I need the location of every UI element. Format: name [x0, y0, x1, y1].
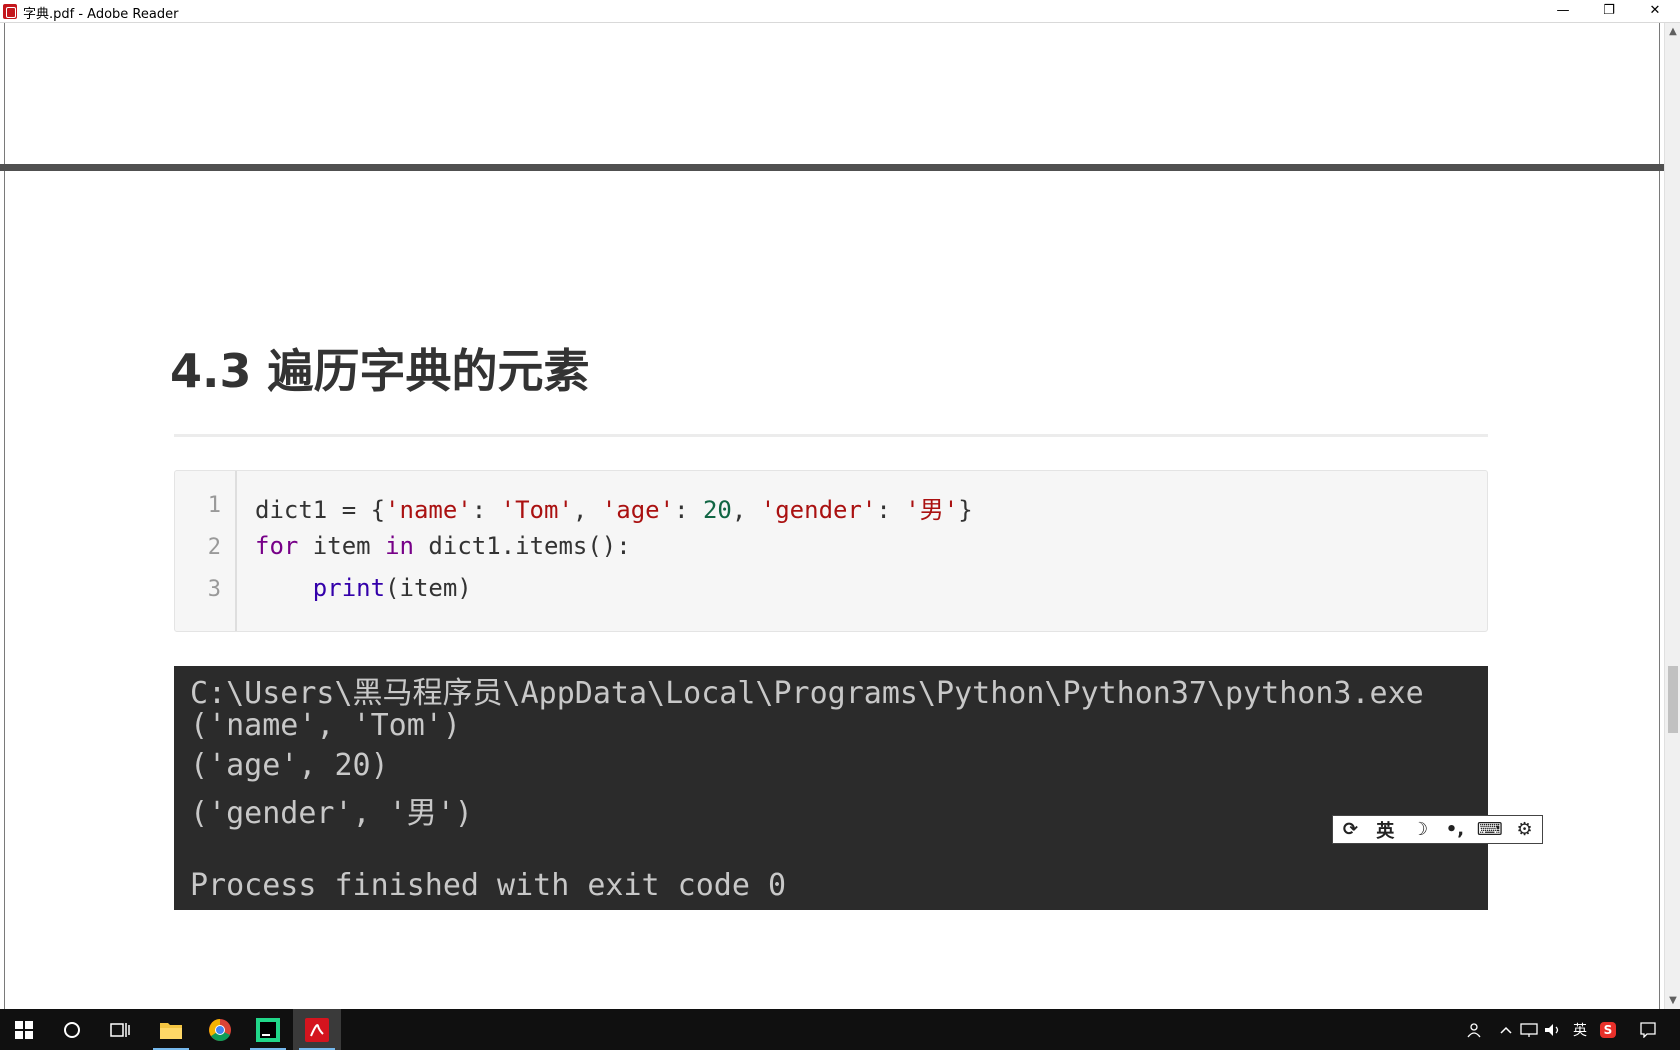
- scroll-down-arrow-icon[interactable]: ▼: [1665, 992, 1680, 1009]
- console-line: C:\Users\黑马程序员\AppData\Local\Programs\Py…: [190, 676, 1424, 711]
- moon-icon[interactable]: ☽: [1403, 819, 1438, 840]
- heading-divider: [174, 434, 1488, 437]
- task-view-icon: [110, 1022, 130, 1037]
- close-button[interactable]: ✕: [1632, 0, 1678, 22]
- pycharm-icon: [256, 1017, 280, 1042]
- vertical-scrollbar[interactable]: ▲ ▼: [1664, 23, 1680, 1009]
- sogou-ime-icon[interactable]: S: [1596, 1009, 1620, 1050]
- line-number: 3: [207, 577, 221, 602]
- section-heading: 4.3 遍历字典的元素: [170, 344, 590, 398]
- notification-center-icon[interactable]: [1636, 1009, 1660, 1050]
- search-button[interactable]: [48, 1009, 96, 1050]
- console-line: ('name', 'Tom'): [190, 708, 461, 743]
- pycharm-button[interactable]: [244, 1009, 292, 1050]
- folder-icon: [160, 1022, 182, 1039]
- console-output: C:\Users\黑马程序员\AppData\Local\Programs\Py…: [174, 666, 1488, 910]
- task-view-button[interactable]: [96, 1009, 144, 1050]
- console-line: ('age', 20): [190, 748, 389, 783]
- file-explorer-button[interactable]: [147, 1009, 195, 1050]
- ime-logo-icon[interactable]: ⟳: [1333, 819, 1368, 840]
- minimize-button[interactable]: —: [1540, 0, 1586, 22]
- adobe-reader-taskbar-button[interactable]: [293, 1009, 341, 1050]
- windows-logo-icon: [15, 1020, 33, 1039]
- punctuation-icon[interactable]: •,: [1437, 819, 1472, 840]
- ime-language-toggle[interactable]: 英: [1368, 817, 1403, 843]
- console-line: ('gender', '男'): [190, 796, 473, 831]
- cortana-circle-icon: [64, 1021, 80, 1038]
- line-number-gutter: 1 2 3: [175, 471, 237, 631]
- code-line: dict1 = {'name': 'Tom', 'age': 20, 'gend…: [255, 496, 973, 524]
- input-language-indicator[interactable]: 英: [1568, 1009, 1592, 1050]
- line-number: 2: [207, 535, 221, 560]
- code-line: print(item): [312, 574, 472, 602]
- chrome-icon: [209, 1018, 231, 1041]
- code-block: 1 2 3 dict1 = {'name': 'Tom', 'age': 20,…: [174, 470, 1488, 632]
- ime-toolbar[interactable]: ⟳ 英 ☽ •, ⌨ ⚙: [1332, 815, 1543, 844]
- volume-icon[interactable]: [1542, 1009, 1564, 1050]
- taskbar: 英 S: [0, 1009, 1680, 1050]
- previous-page: [4, 23, 1660, 164]
- show-hidden-icons-chevron-icon[interactable]: [1496, 1009, 1516, 1050]
- start-button[interactable]: [0, 1009, 48, 1050]
- chrome-button[interactable]: [196, 1009, 244, 1050]
- keyboard-icon[interactable]: ⌨: [1472, 819, 1507, 840]
- adobe-reader-icon: [305, 1017, 329, 1042]
- adobe-reader-icon: [3, 4, 17, 19]
- network-icon[interactable]: [1518, 1009, 1540, 1050]
- title-bar: 字典.pdf - Adobe Reader — ❐ ✕: [0, 0, 1680, 23]
- page-separator: [0, 164, 1664, 171]
- people-icon[interactable]: [1462, 1009, 1486, 1050]
- scroll-up-arrow-icon[interactable]: ▲: [1665, 23, 1680, 40]
- restore-button[interactable]: ❐: [1586, 0, 1632, 22]
- console-line: Process finished with exit code 0: [190, 868, 787, 903]
- gear-icon[interactable]: ⚙: [1507, 819, 1542, 840]
- line-number: 1: [207, 493, 221, 518]
- window-title: 字典.pdf - Adobe Reader: [23, 7, 179, 22]
- scrollbar-thumb[interactable]: [1668, 666, 1678, 733]
- code-line: for item in dict1.items():: [255, 532, 631, 560]
